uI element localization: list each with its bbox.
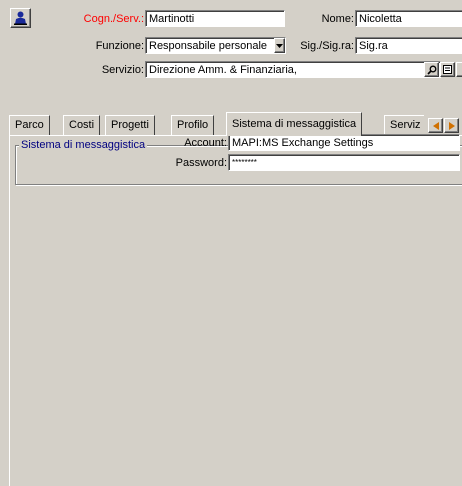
- tab-profilo-label: Profilo: [177, 119, 209, 131]
- user-icon-button[interactable]: [10, 8, 31, 28]
- more-button[interactable]: [456, 62, 462, 77]
- function-select[interactable]: Responsabile personale: [145, 37, 286, 54]
- tab-parco-label: Parco: [15, 119, 44, 131]
- details-icon: [443, 65, 452, 74]
- function-value: Responsabile personale: [149, 40, 268, 52]
- tab-parco[interactable]: Parco: [9, 115, 50, 135]
- tab-scroll-left-button[interactable]: [428, 118, 443, 133]
- messaging-group-title: Sistema di messaggistica: [19, 139, 148, 151]
- title-value: Sig.ra: [359, 40, 388, 52]
- tab-servizi[interactable]: Serviz: [384, 115, 424, 135]
- service-label: Servizio:: [101, 64, 144, 76]
- service-value: Direzione Amm. & Finanziaria,: [149, 64, 297, 76]
- tab-sistema-messaggistica[interactable]: Sistema di messaggistica: [226, 112, 363, 136]
- arrow-left-icon: [432, 121, 439, 130]
- tab-profilo[interactable]: Profilo: [171, 115, 215, 135]
- password-value: ********: [232, 158, 257, 167]
- account-field[interactable]: MAPI:MS Exchange Settings: [228, 134, 460, 151]
- function-dropdown-button[interactable]: [274, 38, 285, 53]
- name-label: Nome:: [321, 13, 354, 25]
- magnifier-icon: [426, 65, 436, 75]
- arrow-right-icon: [448, 121, 455, 130]
- tab-progetti[interactable]: Progetti: [105, 115, 155, 135]
- tab-costi-label: Costi: [69, 119, 95, 131]
- name-value: Nicoletta: [359, 13, 402, 25]
- title-label: Sig./Sig.ra:: [300, 40, 354, 52]
- password-label: Password:: [175, 157, 227, 169]
- search-button[interactable]: [424, 62, 439, 77]
- tab-panel: [9, 135, 462, 486]
- name-field[interactable]: Nicoletta: [355, 10, 462, 27]
- person-icon: [14, 11, 27, 25]
- function-label: Funzione:: [95, 40, 144, 52]
- surname-field[interactable]: Martinotti: [145, 10, 285, 27]
- account-value: MAPI:MS Exchange Settings: [232, 137, 374, 149]
- service-field[interactable]: Direzione Amm. & Finanziaria,: [145, 61, 441, 78]
- tab-costi[interactable]: Costi: [63, 115, 101, 135]
- surname-label: Cogn./Serv.:: [83, 13, 144, 25]
- tab-servizi-label: Serviz: [390, 119, 421, 131]
- tab-scroll-right-button[interactable]: [444, 118, 459, 133]
- surname-value: Martinotti: [149, 13, 195, 25]
- tab-progetti-label: Progetti: [111, 119, 149, 131]
- account-label: Account:: [184, 137, 227, 149]
- password-field[interactable]: ********: [228, 154, 460, 171]
- tab-sistema-messaggistica-label: Sistema di messaggistica: [232, 118, 357, 130]
- title-field[interactable]: Sig.ra: [355, 37, 462, 54]
- details-button[interactable]: [440, 62, 455, 77]
- chevron-down-icon: [276, 43, 283, 48]
